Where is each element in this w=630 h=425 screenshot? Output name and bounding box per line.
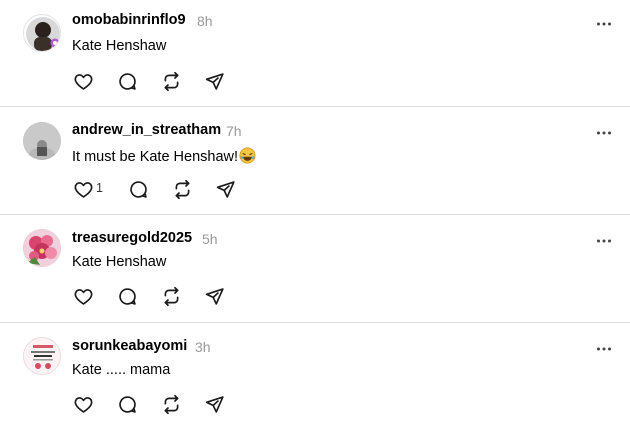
laughing-emoji-icon (239, 147, 256, 164)
comment-icon[interactable] (116, 393, 138, 415)
avatar[interactable] (23, 122, 61, 160)
heart-icon[interactable] (72, 393, 94, 415)
reply-item: andrew_in_streatham 7h It must be Kate H… (0, 107, 630, 214)
comment-icon[interactable] (116, 70, 138, 92)
reply-text: Kate Henshaw (72, 254, 167, 270)
reply-text: Kate ..... mama (72, 362, 171, 378)
replies-feed: omobabinrinflo9 8h Kate Henshaw andrew_i… (0, 0, 630, 425)
more-icon[interactable] (596, 125, 612, 135)
username[interactable]: omobabinrinflo9 (72, 12, 186, 28)
comment-icon[interactable] (127, 178, 149, 200)
timestamp[interactable]: 3h (195, 339, 211, 355)
reply-item: treasuregold2025 5h Kate Henshaw (0, 215, 630, 322)
avatar[interactable] (23, 337, 61, 375)
reply-text: It must be Kate Henshaw! (72, 147, 256, 165)
avatar[interactable] (23, 229, 61, 267)
timestamp[interactable]: 5h (202, 231, 218, 247)
share-icon[interactable] (203, 285, 225, 307)
repost-icon[interactable] (160, 70, 182, 92)
reply-text-content: It must be Kate Henshaw! (72, 149, 239, 165)
more-icon[interactable] (596, 341, 612, 351)
username[interactable]: andrew_in_streatham (72, 122, 221, 138)
comment-icon[interactable] (116, 285, 138, 307)
reply-text: Kate Henshaw (72, 38, 167, 54)
like-count: 1 (96, 181, 103, 195)
heart-icon[interactable] (72, 285, 94, 307)
reply-item: omobabinrinflo9 8h Kate Henshaw (0, 0, 630, 106)
repost-icon[interactable] (160, 285, 182, 307)
timestamp[interactable]: 7h (226, 123, 242, 139)
share-icon[interactable] (203, 70, 225, 92)
repost-icon[interactable] (171, 178, 193, 200)
share-icon[interactable] (214, 178, 236, 200)
share-icon[interactable] (203, 393, 225, 415)
username[interactable]: treasuregold2025 (72, 230, 192, 246)
username[interactable]: sorunkeabayomi (72, 338, 187, 354)
more-icon[interactable] (596, 16, 612, 26)
more-icon[interactable] (596, 233, 612, 243)
heart-icon[interactable] (72, 178, 94, 200)
timestamp[interactable]: 8h (197, 13, 213, 29)
avatar[interactable] (23, 14, 61, 52)
repost-icon[interactable] (160, 393, 182, 415)
reply-item: sorunkeabayomi 3h Kate ..... mama (0, 323, 630, 425)
heart-icon[interactable] (72, 70, 94, 92)
